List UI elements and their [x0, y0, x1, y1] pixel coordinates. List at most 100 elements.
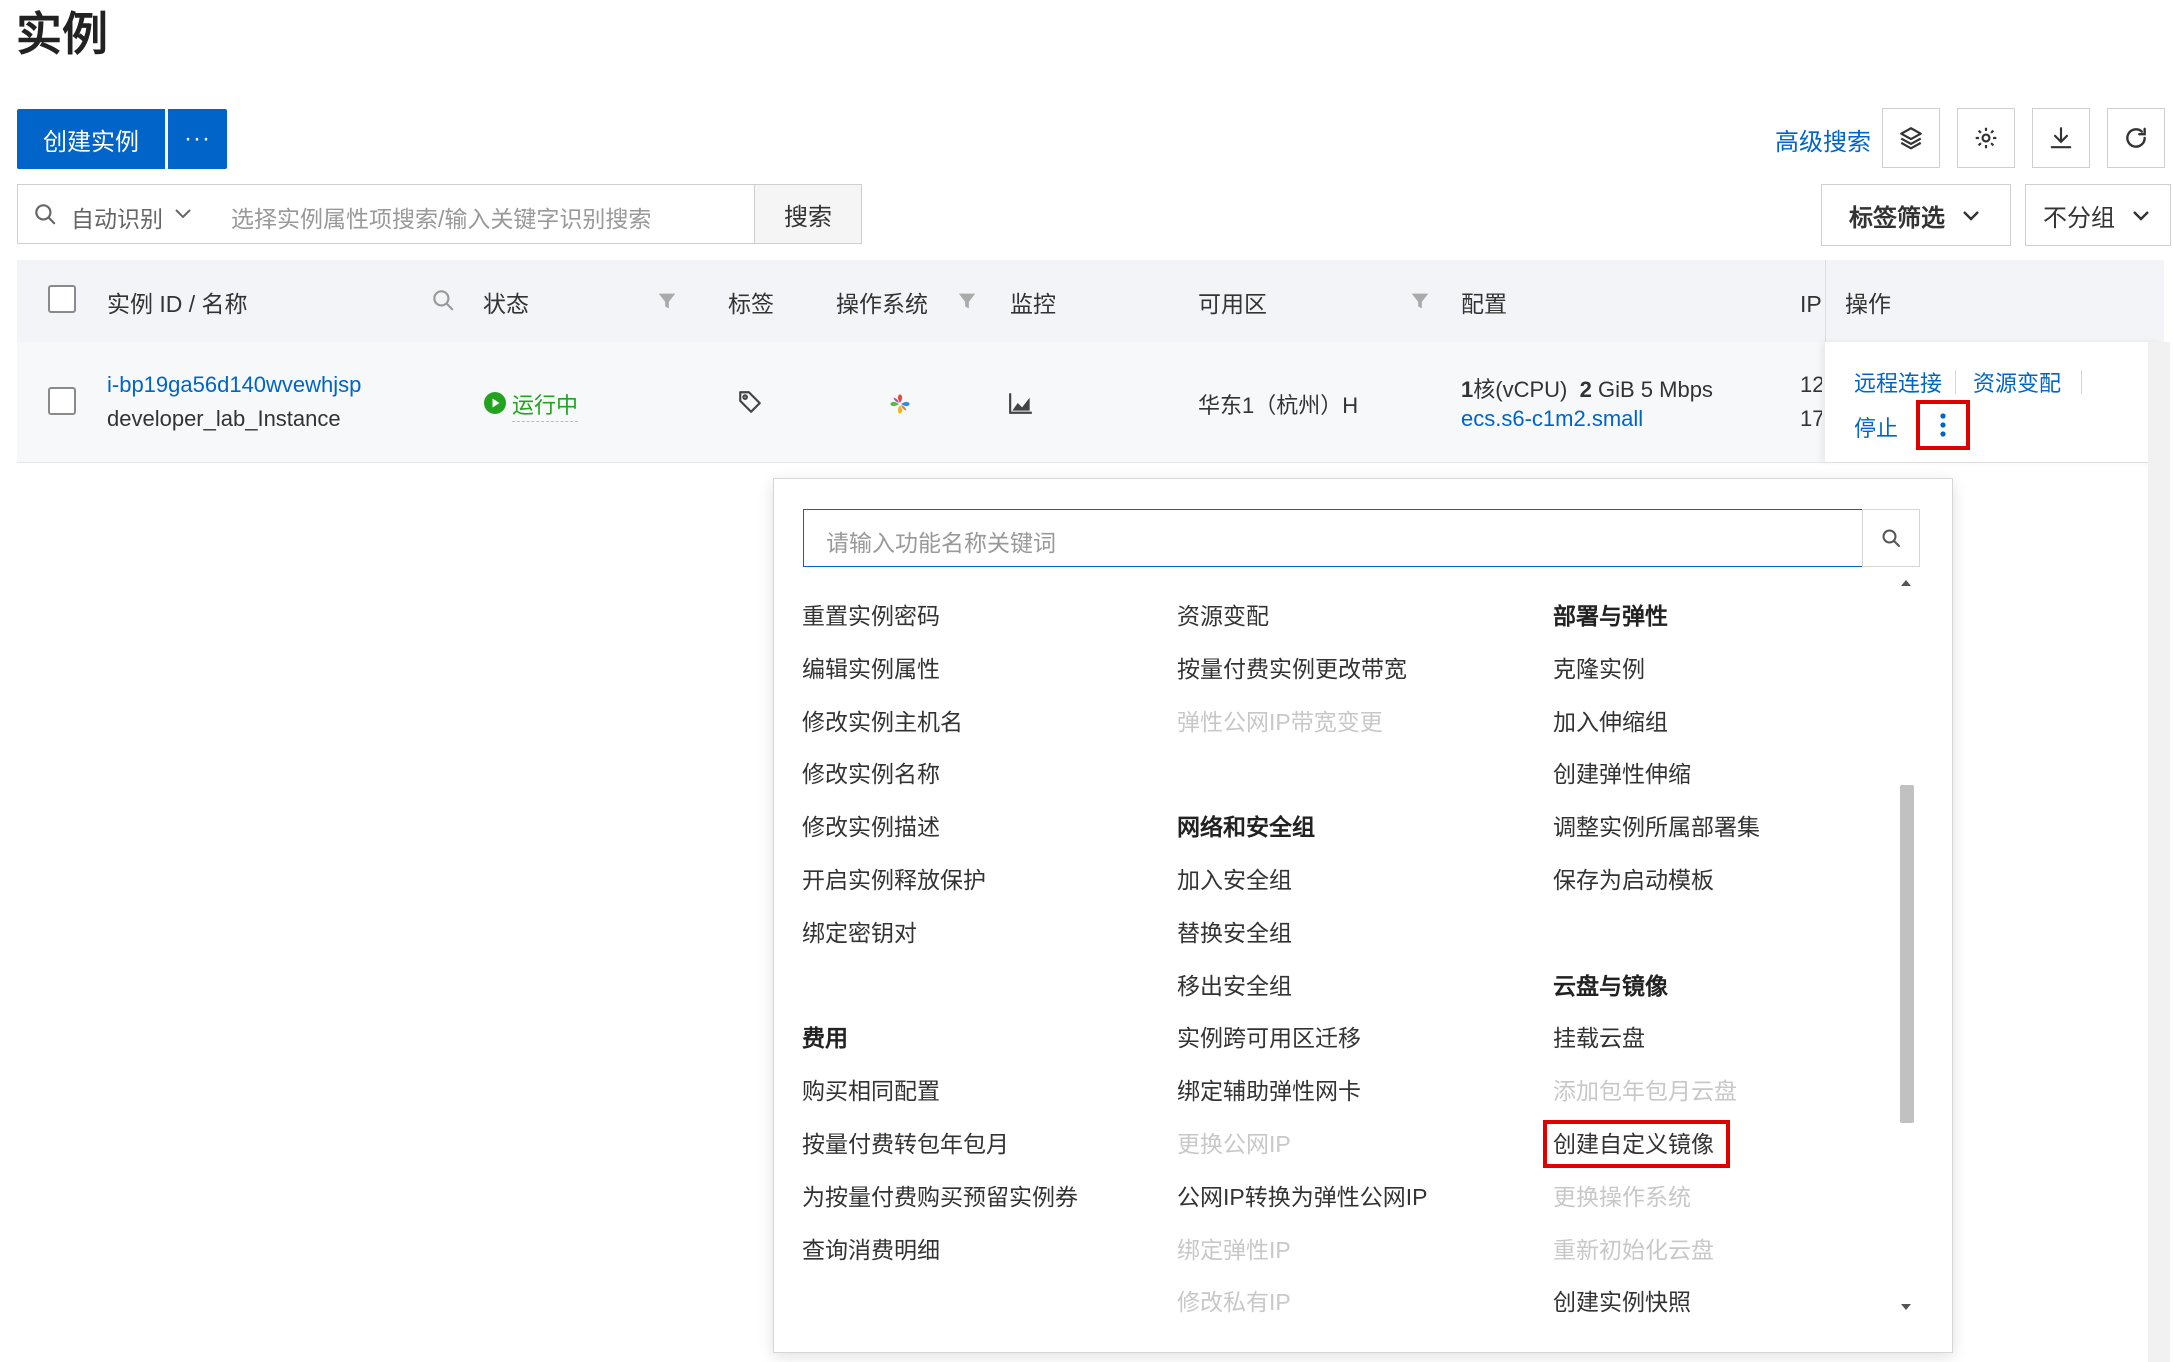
col-header-ip: IP 地: [1800, 291, 1822, 317]
select-all-checkbox[interactable]: [48, 285, 76, 313]
menu-item[interactable]: 创建自定义镜像: [1543, 1118, 1891, 1171]
download-button[interactable]: [2032, 108, 2090, 168]
running-status-icon: [483, 391, 507, 420]
instance-id-link[interactable]: i-bp19ga56d140wvewhjsp: [107, 372, 361, 398]
menu-section-header: 云盘与镜像: [1553, 972, 1668, 999]
menu-scroll-area: 重置实例密码 编辑实例属性 修改实例主机名 修改实例名称 修改实例描述 开启实例释放保护绑…: [773, 572, 1891, 1320]
bandwidth: 5 Mbps: [1640, 377, 1713, 402]
status-badge[interactable]: 运行中: [512, 388, 579, 422]
chevron-down-icon: [171, 201, 195, 230]
menu-item[interactable]: 保存为启动模板: [1553, 854, 1891, 907]
advanced-search-link[interactable]: 高级搜索: [1775, 122, 1871, 157]
remote-connect-link[interactable]: 远程连接: [1854, 366, 1942, 398]
menu-spacer: [802, 960, 1162, 1013]
menu-item[interactable]: 移出安全组: [1177, 960, 1537, 1013]
memory-size: 2: [1579, 377, 1592, 402]
menu-column-2: 资源变配 按量付费实例更改带宽 弹性公网IP带宽变更 网络和安全组 加入安全组 替换安全组…: [1177, 590, 1537, 1320]
function-search-button[interactable]: [1862, 509, 1920, 567]
col-header-ops: 操作: [1845, 291, 1891, 317]
menu-item[interactable]: 资源变配: [1177, 590, 1537, 643]
menu-item[interactable]: 为按量付费购买预留实例券: [802, 1171, 1162, 1224]
search-mode-select[interactable]: 自动识别: [71, 200, 163, 234]
menu-column-3: 部署与弹性克隆实例 加入伸缩组 创建弹性伸缩 调整实例所属部署集 保存为启动模板云盘与镜…: [1543, 590, 1891, 1320]
menu-item[interactable]: 查询消费明细: [802, 1224, 1162, 1277]
chevron-down-icon: [2133, 211, 2149, 221]
resize-link[interactable]: 资源变配: [1973, 366, 2061, 398]
tag-icon[interactable]: [737, 389, 763, 420]
menu-item[interactable]: 购买相同配置: [802, 1065, 1162, 1118]
menu-item[interactable]: 按量付费实例更改带宽: [1177, 643, 1537, 696]
menu-item[interactable]: 加入安全组: [1177, 854, 1537, 907]
filter-icon[interactable]: [956, 290, 978, 317]
page-scrollbar[interactable]: [2148, 342, 2170, 1362]
memory-unit: GiB: [1597, 377, 1635, 402]
filter-icon[interactable]: [656, 290, 678, 317]
instance-type-link[interactable]: ecs.s6-c1m2.small: [1461, 406, 1643, 432]
group-dropdown[interactable]: 不分组: [2025, 184, 2171, 246]
function-search-placeholder: 请输入功能名称关键词: [826, 530, 1056, 556]
search-input[interactable]: 选择实例属性项搜索/输入关键字识别搜索: [231, 200, 651, 234]
menu-item[interactable]: 绑定密钥对: [802, 907, 1162, 960]
row-checkbox[interactable]: [48, 387, 76, 415]
create-custom-image-item[interactable]: 创建自定义镜像: [1543, 1119, 1730, 1168]
ip-private: 17: [1800, 406, 1822, 431]
menu-item[interactable]: 替换安全组: [1177, 907, 1537, 960]
ops-cell: [1825, 342, 2163, 462]
menu-item[interactable]: 修改实例描述: [802, 801, 1162, 854]
search-icon: [32, 201, 58, 232]
monitor-chart-icon[interactable]: [1008, 391, 1034, 420]
stop-link[interactable]: 停止: [1854, 411, 1898, 443]
menu-spacer: [1177, 748, 1537, 801]
menu-item[interactable]: 创建弹性伸缩: [1553, 748, 1891, 801]
menu-item[interactable]: 公网IP转换为弹性公网IP: [1177, 1171, 1537, 1224]
scroll-down-arrow[interactable]: [1898, 1300, 1914, 1318]
tag-filter-dropdown[interactable]: 标签筛选: [1821, 184, 2011, 246]
menu-spacer: [802, 1276, 1162, 1320]
function-search-input[interactable]: 请输入功能名称关键词: [803, 509, 1863, 567]
filter-icon[interactable]: [1409, 290, 1431, 317]
menu-item[interactable]: 实例跨可用区迁移: [1177, 1012, 1537, 1065]
menu-column-1: 重置实例密码 编辑实例属性 修改实例主机名 修改实例名称 修改实例描述 开启实例释放保护绑…: [802, 590, 1162, 1320]
col-header-zone: 可用区: [1198, 291, 1267, 317]
menu-spacer: [1553, 907, 1891, 960]
menu-item[interactable]: 开启实例释放保护: [802, 854, 1162, 907]
col-header-tag: 标签: [728, 291, 774, 317]
windows-os-icon: [887, 391, 913, 422]
refresh-button[interactable]: [2107, 108, 2165, 168]
settings-button[interactable]: [1957, 108, 2015, 168]
instance-search-box[interactable]: 自动识别 选择实例属性项搜索/输入关键字识别搜索: [17, 184, 755, 244]
menu-item[interactable]: 修改实例名称: [802, 748, 1162, 801]
tag-filter-label: 标签筛选: [1849, 204, 1945, 232]
menu-item-disabled: 绑定弹性IP: [1177, 1236, 1291, 1263]
divider: [1955, 370, 1956, 394]
menu-item[interactable]: 重置实例密码: [802, 590, 1162, 643]
more-actions-button[interactable]: ···: [168, 109, 227, 169]
menu-item[interactable]: 按量付费转包年包月: [802, 1118, 1162, 1171]
menu-item[interactable]: 编辑实例属性: [802, 643, 1162, 696]
menu-item[interactable]: 调整实例所属部署集: [1553, 801, 1891, 854]
menu-item[interactable]: 加入伸缩组: [1553, 696, 1891, 749]
menu-item-disabled: 修改私有IP: [1177, 1289, 1291, 1316]
menu-item[interactable]: 修改实例主机名: [802, 696, 1162, 749]
menu-section-header: 部署与弹性: [1553, 603, 1668, 629]
menu-item[interactable]: 克隆实例: [1553, 643, 1891, 696]
page-title: 实例: [16, 8, 108, 60]
menu-item-disabled: 更换操作系统: [1553, 1183, 1691, 1210]
search-icon[interactable]: [430, 287, 456, 318]
scroll-up-arrow[interactable]: [1898, 576, 1914, 594]
layers-button[interactable]: [1882, 108, 1940, 168]
menu-section-header: 网络和安全组: [1177, 814, 1315, 841]
menu-item[interactable]: 绑定辅助弹性网卡: [1177, 1065, 1537, 1118]
search-button[interactable]: 搜索: [754, 184, 862, 244]
menu-section-header: 费用: [802, 1025, 848, 1052]
menu-item-disabled: 更换公网IP: [1177, 1130, 1291, 1157]
refresh-icon: [2126, 127, 2146, 148]
zone-value: 华东1（杭州）H: [1198, 393, 1359, 418]
more-ops-button[interactable]: [1916, 400, 1970, 450]
create-instance-button[interactable]: 创建实例: [17, 109, 165, 169]
menu-item[interactable]: 挂载云盘: [1553, 1012, 1891, 1065]
cpu-count: 1: [1461, 377, 1474, 402]
menu-item[interactable]: 创建实例快照: [1553, 1276, 1891, 1320]
search-icon: [1882, 529, 1900, 547]
menu-scrollbar-thumb[interactable]: [1900, 785, 1914, 1123]
